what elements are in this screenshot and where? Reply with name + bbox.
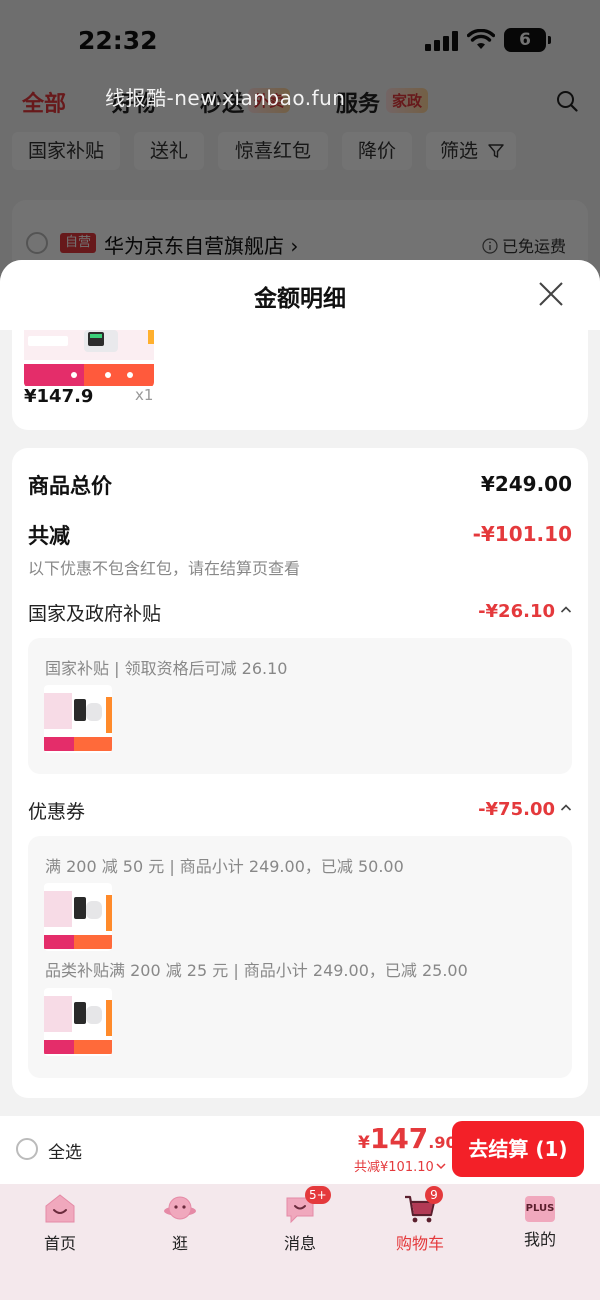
amount-detail-sheet: 金额明细 ¥147.9 x1 商品总价 ¥249.00 共减 -¥101.10 … — [0, 260, 600, 1120]
cart-icon-wrap: 9 — [403, 1186, 443, 1226]
product-quantity: x1 — [135, 386, 154, 404]
price-integer: 147 — [369, 1122, 429, 1155]
total-price-value: ¥249.00 — [480, 472, 572, 496]
message-count-badge: 5+ — [305, 1186, 331, 1204]
free-shipping-label: 已免运费 — [502, 237, 567, 256]
tab-me[interactable]: PLUS 我的 — [500, 1192, 580, 1250]
plus-icon-text: PLUS — [525, 1203, 555, 1214]
status-bar: 22:32 6 — [0, 0, 600, 80]
reduction-note: 以下优惠不包含红包，请在结算页查看 — [28, 559, 301, 578]
planet-icon — [164, 1196, 196, 1220]
subsidy-section-label: 国家及政府补贴 — [28, 603, 162, 625]
plus-member-icon: PLUS — [525, 1196, 555, 1222]
coupon-product-thumbnail — [44, 988, 112, 1056]
chevron-down-icon — [436, 1163, 446, 1170]
product-image[interactable] — [24, 330, 154, 388]
filter-price-drop[interactable]: 降价 — [342, 132, 412, 170]
home-icon — [45, 1194, 75, 1223]
cellular-signal-icon — [425, 31, 459, 51]
savings-toggle[interactable]: 共减¥101.10 — [354, 1156, 446, 1175]
bottom-tab-bar: 首页 逛 5+ 消息 9 购物车 PLUS 我的 — [0, 1184, 600, 1300]
checkout-bar: 全选 ¥147.90 共减¥101.10 去结算 (1) — [0, 1116, 600, 1184]
checkout-button[interactable]: 去结算 (1) — [452, 1121, 584, 1177]
battery-icon: 6 — [504, 28, 551, 52]
funnel-icon — [488, 144, 504, 158]
close-icon[interactable] — [538, 281, 564, 307]
currency-symbol: ¥ — [358, 1133, 370, 1153]
message-icon-wrap: 5+ — [283, 1186, 331, 1226]
coupon-item-text: 满 200 减 50 元 | 商品小计 249.00，已减 50.00 — [45, 857, 404, 876]
coupon-section-label: 优惠券 — [28, 801, 86, 823]
store-name[interactable]: 华为京东自营旗舰店 › — [104, 230, 298, 259]
filter-gift[interactable]: 送礼 — [134, 132, 204, 170]
watermark-text: 线报酷-new.xianbao.fun — [105, 86, 346, 110]
self-operated-badge: 自营 — [60, 233, 96, 253]
tab-me-label: 我的 — [523, 1230, 556, 1249]
filter-label: 筛选 — [440, 140, 479, 162]
wifi-icon — [467, 29, 495, 49]
coupon-item-text: 品类补贴满 200 减 25 元 | 商品小计 249.00，已减 25.00 — [45, 961, 468, 980]
free-shipping-info: 已免运费 — [482, 233, 566, 257]
price-detail-card: 商品总价 ¥249.00 共减 -¥101.10 以下优惠不包含红包，请在结算页… — [12, 448, 588, 1098]
product-price: ¥147.9 — [24, 386, 94, 407]
savings-text: 共减¥101.10 — [354, 1160, 434, 1175]
total-reduction-value: -¥101.10 — [472, 522, 572, 546]
filter-button[interactable]: 筛选 — [426, 132, 516, 170]
tab-all[interactable]: 全部 — [22, 86, 66, 118]
subsidy-detail-text: 国家补贴 | 领取资格后可减 26.10 — [45, 659, 288, 678]
total-price-label: 商品总价 — [28, 474, 112, 498]
filter-row: 国家补贴 送礼 惊喜红包 降价 筛选 — [0, 132, 600, 172]
search-icon[interactable] — [556, 90, 578, 112]
subsidy-toggle[interactable]: -¥26.10 — [478, 601, 572, 622]
subsidy-detail-box: 国家补贴 | 领取资格后可减 26.10 — [28, 638, 572, 774]
tab-cart[interactable]: 9 购物车 — [380, 1186, 460, 1254]
cart-count-badge: 9 — [425, 1186, 443, 1204]
chevron-up-icon — [560, 606, 572, 613]
coupon-toggle[interactable]: -¥75.00 — [478, 799, 572, 820]
filter-red-packet[interactable]: 惊喜红包 — [218, 132, 328, 170]
tab-messages-label: 消息 — [283, 1234, 316, 1253]
tab-explore-label: 逛 — [171, 1234, 188, 1253]
tab-explore[interactable]: 逛 — [140, 1192, 220, 1254]
housekeeping-badge: 家政 — [386, 88, 429, 113]
subsidy-product-thumbnail — [44, 685, 112, 753]
tab-home-label: 首页 — [43, 1234, 76, 1253]
tab-home[interactable]: 首页 — [20, 1192, 100, 1254]
status-time: 22:32 — [78, 26, 158, 55]
coupon-value: -¥75.00 — [478, 799, 555, 820]
select-all-label[interactable]: 全选 — [48, 1138, 82, 1163]
chevron-up-icon — [560, 804, 572, 811]
total-payable: ¥147.90 — [358, 1122, 457, 1155]
tab-cart-label: 购物车 — [395, 1234, 444, 1253]
coupon-detail-box: 满 200 减 50 元 | 商品小计 249.00，已减 50.00 品类补贴… — [28, 836, 572, 1078]
product-card: ¥147.9 x1 — [12, 330, 588, 430]
tab-messages[interactable]: 5+ 消息 — [260, 1186, 340, 1254]
select-all-radio[interactable] — [16, 1138, 38, 1160]
sheet-header: 金额明细 — [0, 260, 600, 330]
filter-national-subsidy[interactable]: 国家补贴 — [12, 132, 120, 170]
info-icon — [482, 238, 498, 254]
store-select-radio[interactable] — [26, 232, 48, 254]
total-reduction-label: 共减 — [28, 524, 70, 548]
subsidy-value: -¥26.10 — [478, 601, 555, 622]
sheet-title: 金额明细 — [254, 286, 346, 312]
coupon-product-thumbnail — [44, 883, 112, 951]
